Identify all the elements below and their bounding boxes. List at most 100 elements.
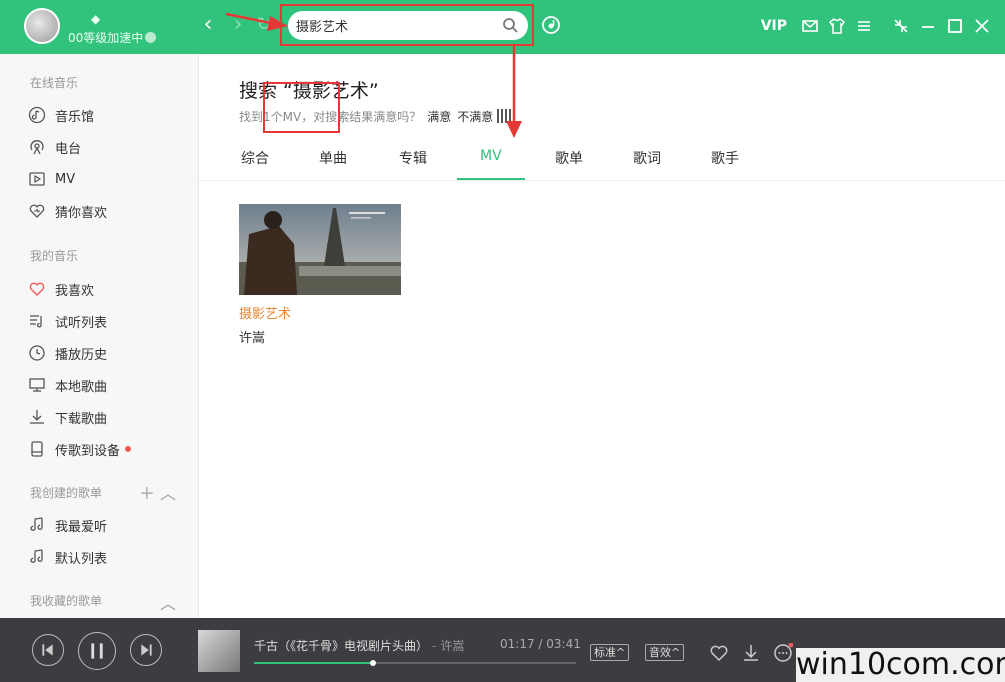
sidebar-item-label: 传歌到设备 [55,443,121,459]
tab-songs[interactable]: 单曲 [319,148,347,168]
sidebar-item-mv[interactable]: MV [28,168,75,190]
sidebar-item-label: 我最爱听 [55,519,108,535]
pause-button[interactable] [78,632,116,670]
close-icon[interactable] [973,17,991,35]
vip-button[interactable]: VIP [761,18,787,34]
avatar[interactable] [24,8,60,44]
sidebar-item-local-songs[interactable]: 本地歌曲 [28,374,107,396]
mv-title-link[interactable]: 摄影艺术 [239,303,291,322]
collapse-chevron-icon[interactable]: ︿ [160,590,176,614]
result-tabs: 综合 单曲 专辑 MV 歌单 歌词 歌手 [199,134,1005,181]
clock-icon [29,345,45,361]
progress-fill [254,662,374,664]
maximize-icon[interactable] [946,17,964,35]
download-icon [30,410,44,424]
sidebar-item-label: 电台 [55,141,82,157]
main-content: 搜索 “摄影艺术” 找到1个MV，对搜索结果满意吗？ 满意 不满意 综合 单曲 专辑… [199,54,1005,618]
song-artist[interactable]: 许嵩 [440,639,464,653]
quality-button[interactable]: 标准^ [590,644,630,661]
effect-button[interactable]: 音效^ [645,644,685,661]
progress-bar[interactable] [254,660,576,666]
download-icon[interactable] [741,643,761,663]
skin-shirt-icon[interactable] [828,17,846,35]
collapse-chevron-icon[interactable]: ︿ [160,484,176,503]
tab-comprehensive[interactable]: 综合 [241,148,269,168]
window-controls: VIP [761,14,991,38]
more-options-icon[interactable] [773,643,793,663]
new-dot-badge [125,446,132,452]
sidebar-item-trial-list[interactable]: 试听列表 [28,310,107,332]
device-icon [31,441,43,457]
watermark: win10com.com [796,647,1005,682]
section-collected-playlists: 我收藏的歌单 [30,594,103,608]
tab-playlists[interactable]: 歌单 [555,148,583,168]
note-icon [30,517,43,531]
like-heart-icon[interactable] [709,643,729,663]
refresh-button[interactable]: ↻ [254,13,274,37]
created-playlists-tools: ＋ ︿ [139,480,176,504]
mail-icon[interactable] [801,17,819,35]
tab-mv[interactable]: MV [480,148,502,164]
sidebar-item-downloads[interactable]: 下载歌曲 [28,406,107,428]
sidebar-item-label: MV [55,171,76,187]
add-playlist-icon[interactable]: ＋ [139,484,155,503]
active-tab-underline [457,178,525,180]
sidebar-item-label: 播放历史 [55,347,108,363]
album-cover[interactable] [198,630,240,672]
heart-icon [29,282,45,296]
previous-button[interactable] [32,634,64,666]
play-time: 01:17 / 03:41 [500,637,581,651]
quality-label: 标准 [594,646,616,659]
sidebar-item-default-list[interactable]: 默认列表 [28,546,107,568]
forward-button[interactable]: › [228,13,248,37]
music-hall-icon [28,106,46,124]
user-level[interactable]: 00等级加速中 [68,29,157,46]
mini-mode-icon[interactable] [892,17,910,35]
sidebar-item-music-hall[interactable]: 音乐馆 [28,104,94,126]
tab-highlight-box [263,82,340,133]
search-highlight-box [280,4,534,46]
back-button[interactable]: ‹ [198,13,218,37]
satisfied-link[interactable]: 满意 [427,110,451,124]
sidebar-item-radio[interactable]: 电台 [28,136,81,158]
pause-icon [91,643,103,659]
sidebar-item-label: 音乐馆 [55,109,95,125]
playlist-icon [30,315,42,328]
mv-thumbnail-image [239,204,401,295]
monitor-icon [29,378,45,392]
next-icon [141,644,152,656]
mv-thumbnail[interactable] [239,204,401,295]
mv-artist-link[interactable]: 许嵩 [239,327,265,346]
tab-albums[interactable]: 专辑 [399,148,427,168]
song-title[interactable]: 千古（《花千骨》电视剧片头曲） [254,639,428,653]
mv-icon [29,172,45,186]
tab-singers[interactable]: 歌手 [711,148,739,168]
song-separator: - [432,639,437,653]
progress-knob[interactable] [370,660,377,666]
sidebar: 在线音乐 音乐馆 电台 MV 猜你喜欢 我的音乐 我喜欢 试听列表 播放历史 本… [0,54,199,618]
minimize-icon[interactable] [919,17,937,35]
sidebar-item-transfer-device[interactable]: 传歌到设备 [28,438,132,460]
previous-icon [42,644,53,656]
qr-code-icon[interactable] [497,109,512,123]
sidebar-item-label: 猜你喜欢 [55,205,108,221]
sidebar-item-my-favorites[interactable]: 我喜欢 [28,278,94,300]
unsatisfied-link[interactable]: 不满意 [457,110,493,124]
sidebar-item-label: 本地歌曲 [55,379,108,395]
menu-icon[interactable] [855,17,873,35]
section-my-music: 我的音乐 [30,249,79,263]
sidebar-item-label: 试听列表 [55,315,108,331]
sidebar-item-play-history[interactable]: 播放历史 [28,342,107,364]
sidebar-item-guess-you-like[interactable]: 猜你喜欢 [28,200,107,222]
speed-badge-icon [145,32,157,43]
effect-label: 音效 [649,646,671,659]
radio-icon [30,140,44,155]
next-button[interactable] [130,634,162,666]
sidebar-item-most-loved[interactable]: 我最爱听 [28,514,107,536]
section-created-playlists: 我创建的歌单 [30,486,103,500]
user-level-text[interactable]: 00等级加速中 [68,31,143,45]
diamond-icon[interactable]: ◆ [91,12,100,26]
tab-lyrics[interactable]: 歌词 [633,148,661,168]
music-recognition-icon[interactable] [541,15,561,35]
sidebar-item-label: 默认列表 [55,551,108,567]
